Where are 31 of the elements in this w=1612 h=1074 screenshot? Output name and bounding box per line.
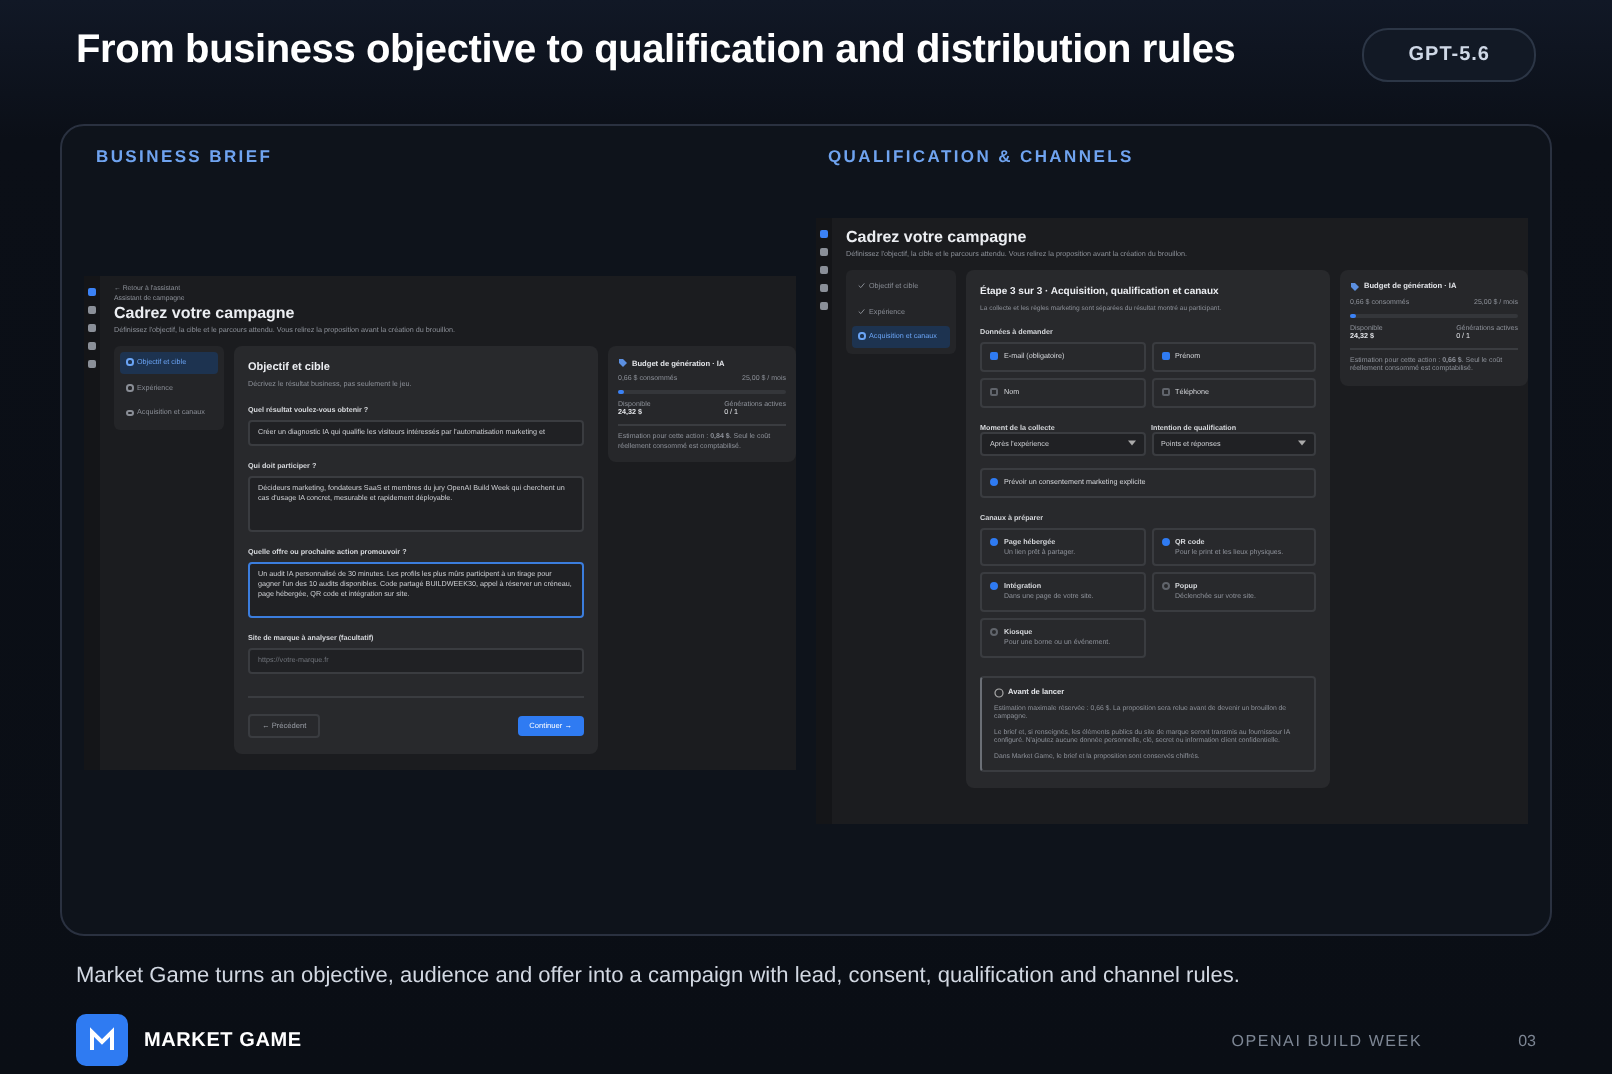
- nav-icon[interactable]: [820, 284, 828, 292]
- nav-icon[interactable]: [820, 248, 828, 256]
- chevron-icon: [1127, 440, 1135, 447]
- circle-icon: [858, 332, 865, 340]
- caption-text: Market Game turns an objective, audience and offer into a campaign with lead, consent, qualification and channel rules.: [76, 964, 1242, 988]
- check-icon: [858, 307, 865, 315]
- brand-name: MARKET GAME: [144, 1029, 304, 1051]
- nav-icon[interactable]: [820, 302, 828, 310]
- circle-icon: [126, 358, 133, 366]
- nav-icon[interactable]: [88, 360, 96, 368]
- tag-icon: [1350, 281, 1360, 292]
- section-label: BUSINESS BRIEF: [96, 146, 275, 166]
- nav-icon[interactable]: [820, 266, 828, 274]
- nav-icon[interactable]: [88, 342, 96, 350]
- model-badge: GPT-5.6: [1362, 28, 1536, 82]
- circle-icon: [126, 409, 133, 417]
- nav-icon[interactable]: [88, 324, 96, 332]
- page-number: 03: [1518, 1031, 1536, 1049]
- event-name: OPENAI BUILD WEEK: [1231, 1031, 1423, 1049]
- logo-icon: [76, 1014, 128, 1066]
- page-title: Cadrez votre campagne: [114, 304, 297, 323]
- check-icon: [858, 281, 865, 289]
- nav-icon[interactable]: [820, 230, 828, 238]
- circle-icon: [126, 384, 133, 391]
- tag-icon: [618, 358, 628, 369]
- section-label: QUALIFICATION & CHANNELS: [828, 146, 1136, 166]
- chevron-icon: [1298, 440, 1306, 447]
- nav-icon[interactable]: [88, 288, 96, 296]
- nav-icon[interactable]: [88, 306, 96, 314]
- slide-title: From business objective to qualification and distribution rules: [76, 28, 1236, 74]
- page-title: Cadrez votre campagne: [846, 228, 1029, 246]
